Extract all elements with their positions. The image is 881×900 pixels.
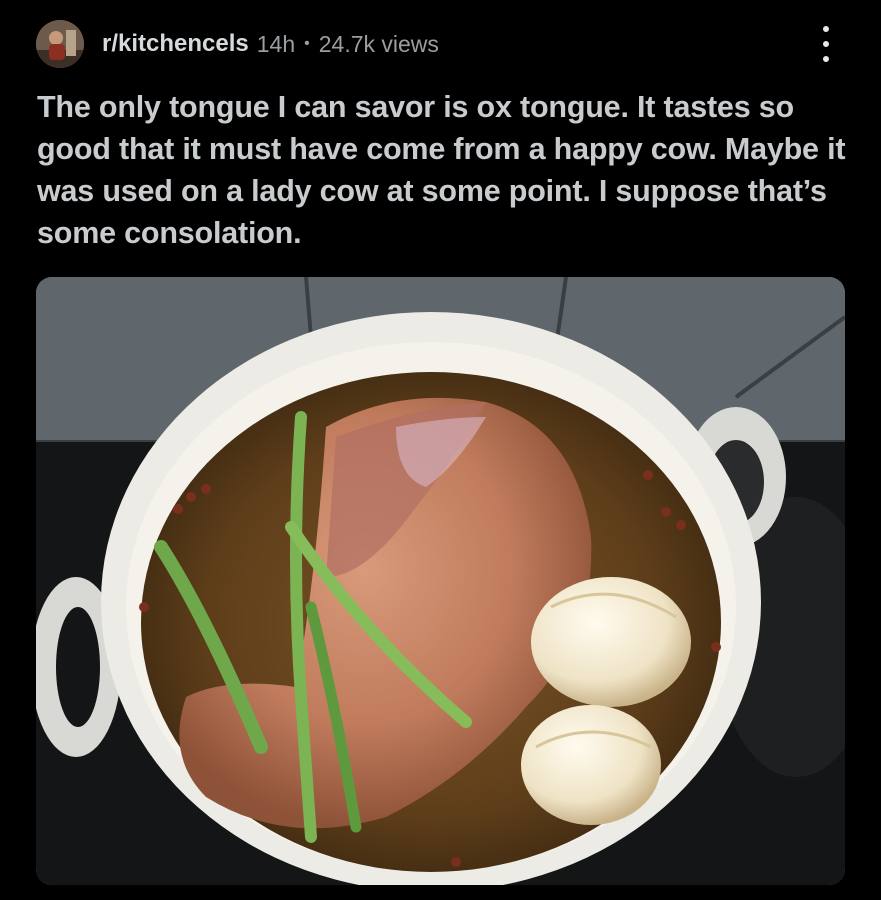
- post-age: 14h: [256, 30, 296, 57]
- meta-separator: •: [304, 35, 310, 52]
- post-title[interactable]: The only tongue I can savor is ox tongue…: [37, 86, 849, 254]
- post-header: r/kitchencels 14h • 24.7k views: [36, 20, 846, 68]
- subreddit-name[interactable]: r/kitchencels: [102, 30, 249, 58]
- subreddit-avatar[interactable]: [36, 20, 84, 68]
- view-count: 24.7k views: [318, 30, 439, 57]
- post-image[interactable]: [36, 277, 845, 885]
- more-options-icon[interactable]: [816, 26, 836, 62]
